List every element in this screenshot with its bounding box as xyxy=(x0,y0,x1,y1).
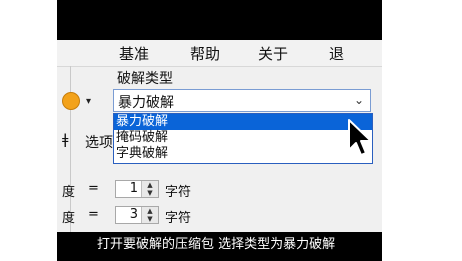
max-length-value: 3 xyxy=(129,207,138,222)
max-length-label: 度 xyxy=(62,211,76,226)
tab-partial[interactable]: ǂ xyxy=(62,132,68,148)
mouse-cursor-icon xyxy=(348,119,372,156)
menu-bar: 基准 帮助 关于 退 xyxy=(57,40,382,67)
window-top-strip xyxy=(57,0,382,40)
menu-item-benchmark[interactable]: 基准 xyxy=(119,43,149,64)
crack-type-value: 暴力破解 xyxy=(118,95,174,111)
stepper-buttons[interactable]: ▲ ▼ xyxy=(141,181,158,197)
menu-item-help[interactable]: 帮助 xyxy=(190,43,220,64)
option-brute-force[interactable]: 暴力破解 xyxy=(114,114,372,130)
min-length-equals: = xyxy=(88,181,99,196)
max-length-unit: 字符 xyxy=(165,211,192,226)
stepper-up-icon[interactable]: ▲ xyxy=(142,207,158,215)
crack-type-title: 破解类型 xyxy=(117,71,173,87)
subtitle-text: 打开要破解的压缩包 选择类型为暴力破解 xyxy=(97,237,336,252)
option-dictionary[interactable]: 字典破解 xyxy=(114,146,372,162)
menu-item-exit[interactable]: 退 xyxy=(329,43,344,64)
min-length-unit: 字符 xyxy=(165,185,192,200)
max-length-stepper[interactable]: 3 ▲ ▼ xyxy=(115,206,159,224)
max-length-equals: = xyxy=(88,207,99,222)
tab-options[interactable]: 选项 xyxy=(85,132,113,152)
stepper-buttons[interactable]: ▲ ▼ xyxy=(141,207,158,223)
dropdown-arrow-icon[interactable]: ▾ xyxy=(86,96,91,107)
menu-item-about[interactable]: 关于 xyxy=(258,43,288,64)
min-length-stepper[interactable]: 1 ▲ ▼ xyxy=(115,180,159,198)
chevron-down-icon: ⌄ xyxy=(353,93,364,107)
stepper-down-icon[interactable]: ▼ xyxy=(142,215,158,223)
option-mask[interactable]: 掩码破解 xyxy=(114,130,372,146)
min-length-label: 度 xyxy=(62,185,76,200)
stepper-up-icon[interactable]: ▲ xyxy=(142,181,158,189)
stepper-down-icon[interactable]: ▼ xyxy=(142,189,158,197)
browse-icon[interactable] xyxy=(62,92,80,110)
min-length-value: 1 xyxy=(129,181,138,196)
crack-type-dropdown-list: 暴力破解 掩码破解 字典破解 xyxy=(113,113,373,164)
crack-type-select[interactable]: 暴力破解 ⌄ xyxy=(113,89,371,112)
